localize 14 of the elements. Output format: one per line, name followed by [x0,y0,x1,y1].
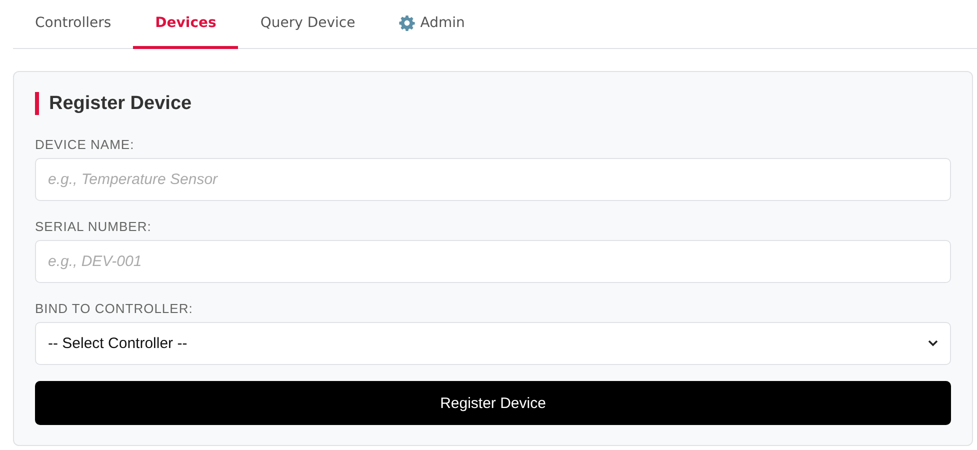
tab[interactable]: Devices [133,0,238,49]
field-label: DEVICE NAME: [35,137,136,152]
chevron-icon [928,340,938,347]
register-button[interactable]: Register Device [35,381,951,425]
form-title: Register Device [35,92,951,115]
tab[interactable]: Admin [377,0,487,49]
gear-icon [399,15,416,31]
field-label: SERIAL NUMBER: [35,219,152,234]
input-field[interactable]: e.g., DEV-001 [35,240,951,283]
tab[interactable]: Query Device [238,0,378,49]
tab[interactable]: Controllers [13,0,134,49]
input-field[interactable]: e.g., Temperature Sensor [35,158,951,201]
field-label: BIND TO CONTROLLER: [35,301,194,316]
controller-dropdown[interactable]: -- Select Controller -- [35,322,951,365]
